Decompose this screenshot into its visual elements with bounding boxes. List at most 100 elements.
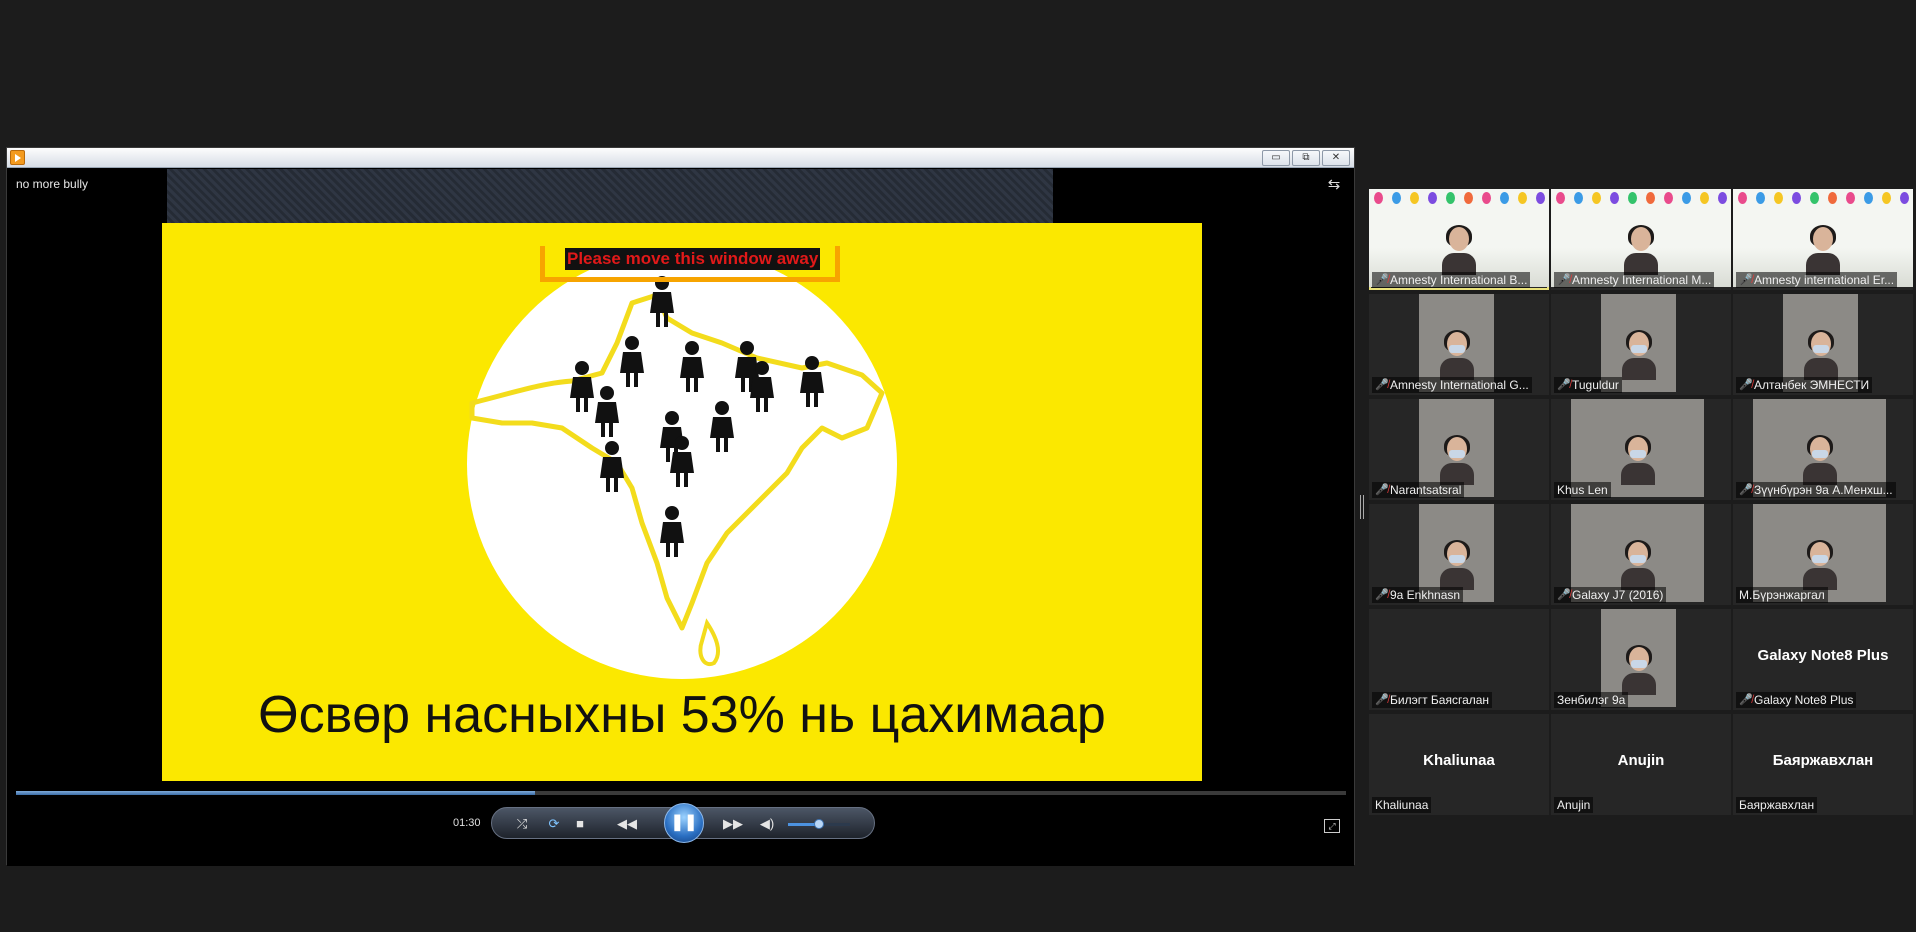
participant-name-tag: 🎤̸ Galaxy Note8 Plus bbox=[1736, 692, 1857, 708]
mic-off-icon: 🎤̸ bbox=[1739, 694, 1753, 706]
participant-tile[interactable]: 🎤̸ Amnesty international Er... bbox=[1733, 189, 1913, 290]
person-figure-icon bbox=[600, 441, 624, 492]
rewind-icon[interactable]: ◀◀ bbox=[612, 815, 642, 833]
participant-tile[interactable]: М.Бүрэнжаргал bbox=[1733, 504, 1913, 605]
participant-name: Зүүнбүрэн 9а А.Менхш... bbox=[1754, 483, 1893, 497]
person-silhouette bbox=[1803, 330, 1838, 380]
elapsed-time: 01:30 bbox=[453, 817, 481, 829]
participant-name-tag: 🎤̸ Amnesty International G... bbox=[1372, 377, 1532, 393]
repeat-icon[interactable]: ⟳ bbox=[544, 815, 564, 833]
balloon-icon bbox=[1663, 192, 1673, 204]
video-title: no more bully bbox=[16, 177, 89, 191]
mic-off-icon: 🎤̸ bbox=[1739, 274, 1753, 286]
person-silhouette bbox=[1624, 225, 1658, 275]
participant-tile[interactable]: 🎤̸ Зүүнбүрэн 9а А.Менхш... bbox=[1733, 399, 1913, 500]
volume-slider[interactable] bbox=[788, 819, 850, 829]
mic-off-icon: 🎤̸ bbox=[1375, 589, 1389, 601]
balloon-icon bbox=[1499, 192, 1509, 204]
participant-tile[interactable]: Khus Len bbox=[1551, 399, 1731, 500]
participant-tile[interactable]: 🎤̸ Amnesty International M... bbox=[1551, 189, 1731, 290]
balloon-icon bbox=[1517, 192, 1527, 204]
slide-caption: Өсвөр насныхны 53% нь цахимаар bbox=[258, 686, 1106, 744]
participant-name-tag: 🎤̸ Amnesty International M... bbox=[1554, 272, 1715, 288]
participant-name: Khaliunaa bbox=[1375, 798, 1429, 812]
participant-tile[interactable]: Баяржавхлан Баяржавхлан bbox=[1733, 714, 1913, 815]
mic-off-icon: 🎤̸ bbox=[1375, 484, 1389, 496]
participant-name-tag: Баяржавхлан bbox=[1736, 797, 1818, 813]
shuffle-icon[interactable]: ⤮ bbox=[512, 815, 532, 833]
panel-splitter[interactable] bbox=[1360, 495, 1364, 519]
person-silhouette bbox=[1439, 540, 1474, 590]
balloon-icon bbox=[1755, 192, 1765, 204]
participant-tile[interactable]: Зенбилэг 9а bbox=[1551, 609, 1731, 710]
participant-tile[interactable]: 🎤̸ Amnesty International B... bbox=[1369, 189, 1549, 290]
person-silhouette bbox=[1621, 330, 1656, 380]
participant-tile[interactable]: 🎤̸ Galaxy J7 (2016) bbox=[1551, 504, 1731, 605]
participant-name-tag: 🎤̸ Galaxy J7 (2016) bbox=[1554, 587, 1667, 603]
pause-button[interactable]: ❚❚ bbox=[664, 803, 704, 843]
close-button[interactable]: ✕ bbox=[1322, 150, 1350, 166]
fast-forward-icon[interactable]: ▶▶ bbox=[718, 815, 748, 833]
balloon-icon bbox=[1791, 192, 1801, 204]
participant-gallery: 🎤̸ Amnesty International B... 🎤̸ Amnesty In… bbox=[1369, 189, 1914, 815]
person-silhouette bbox=[1439, 330, 1474, 380]
balloon-icon bbox=[1827, 192, 1837, 204]
participant-name-tag: 🎤̸ Tuguldur bbox=[1554, 377, 1622, 393]
balloon-icon bbox=[1773, 192, 1783, 204]
player-titlebar[interactable]: ▭ ⧉ ✕ bbox=[7, 148, 1354, 168]
player-controls: 01:30 ⤮ ⟳ ■ ◀◀ ❚❚ ▶▶ ◀) ⤢ bbox=[7, 781, 1354, 866]
participant-display-name: Баяржавхлан bbox=[1772, 752, 1874, 769]
person-silhouette bbox=[1620, 435, 1655, 485]
mic-off-icon: 🎤̸ bbox=[1557, 589, 1571, 601]
screen-share-warning: Please move this window away bbox=[540, 246, 840, 282]
balloon-icon bbox=[1409, 192, 1419, 204]
person-figure-icon bbox=[595, 386, 619, 437]
balloon-icon bbox=[1681, 192, 1691, 204]
video-area[interactable]: no more bully ⇆ Please move this window … bbox=[7, 169, 1354, 781]
mic-off-icon: 🎤̸ bbox=[1739, 484, 1753, 496]
volume-icon[interactable]: ◀) bbox=[757, 815, 777, 833]
participant-name-tag: 🎤̸ Алтанбек ЭМНЕСТИ bbox=[1736, 377, 1873, 393]
balloon-icon bbox=[1427, 192, 1437, 204]
volume-knob[interactable] bbox=[814, 819, 824, 829]
participant-name: Khus Len bbox=[1557, 483, 1608, 497]
balloon-icon bbox=[1609, 192, 1619, 204]
restore-button[interactable]: ⧉ bbox=[1292, 150, 1320, 166]
participant-tile[interactable]: Anujin Anujin bbox=[1551, 714, 1731, 815]
seek-bar[interactable] bbox=[16, 791, 1346, 795]
mic-off-icon: 🎤̸ bbox=[1557, 274, 1571, 286]
mic-off-icon: 🎤̸ bbox=[1557, 379, 1571, 391]
control-pill: ⤮ ⟳ ■ ◀◀ ❚❚ ▶▶ ◀) bbox=[491, 803, 875, 843]
media-player-icon bbox=[10, 150, 25, 165]
layout-icon[interactable]: ⇆ bbox=[1324, 175, 1344, 193]
participant-tile[interactable]: 🎤̸ Билэгт Баясгалан bbox=[1369, 609, 1549, 710]
participant-name: Amnesty international Er... bbox=[1754, 273, 1895, 287]
participant-name-tag: Khus Len bbox=[1554, 482, 1611, 498]
participant-tile[interactable]: 🎤̸ Алтанбек ЭМНЕСТИ bbox=[1733, 294, 1913, 395]
balloon-icon bbox=[1391, 192, 1401, 204]
balloon-icon bbox=[1899, 192, 1909, 204]
participant-name-tag: Khaliunaa bbox=[1372, 797, 1432, 813]
balloon-icon bbox=[1737, 192, 1747, 204]
participant-name: Anujin bbox=[1557, 798, 1591, 812]
participant-name: Баяржавхлан bbox=[1739, 798, 1815, 812]
participant-tile[interactable]: 🎤̸ Tuguldur bbox=[1551, 294, 1731, 395]
mic-off-icon: 🎤̸ bbox=[1375, 274, 1389, 286]
participant-name: М.Бүрэнжаргал bbox=[1739, 588, 1825, 602]
participant-tile[interactable]: 🎤̸ Narantsatsral bbox=[1369, 399, 1549, 500]
fullscreen-icon[interactable]: ⤢ bbox=[1324, 819, 1340, 833]
participant-tile[interactable]: Galaxy Note8 Plus 🎤̸ Galaxy Note8 Plus bbox=[1733, 609, 1913, 710]
participant-name-tag: 🎤̸ Narantsatsral bbox=[1372, 482, 1465, 498]
participant-tile[interactable]: Khaliunaa Khaliunaa bbox=[1369, 714, 1549, 815]
stop-icon[interactable]: ■ bbox=[570, 815, 590, 833]
person-silhouette bbox=[1802, 540, 1837, 590]
minimize-button[interactable]: ▭ bbox=[1262, 150, 1290, 166]
window-controls: ▭ ⧉ ✕ bbox=[1262, 150, 1350, 166]
participant-name: Алтанбек ЭМНЕСТИ bbox=[1754, 378, 1870, 392]
seek-bar-fill bbox=[16, 791, 535, 795]
participant-name: Galaxy Note8 Plus bbox=[1754, 693, 1854, 707]
balloon-icon bbox=[1627, 192, 1637, 204]
participant-tile[interactable]: 🎤̸ Amnesty International G... bbox=[1369, 294, 1549, 395]
balloon-icon bbox=[1717, 192, 1727, 204]
participant-tile[interactable]: 🎤̸ 9a Enkhnasn bbox=[1369, 504, 1549, 605]
